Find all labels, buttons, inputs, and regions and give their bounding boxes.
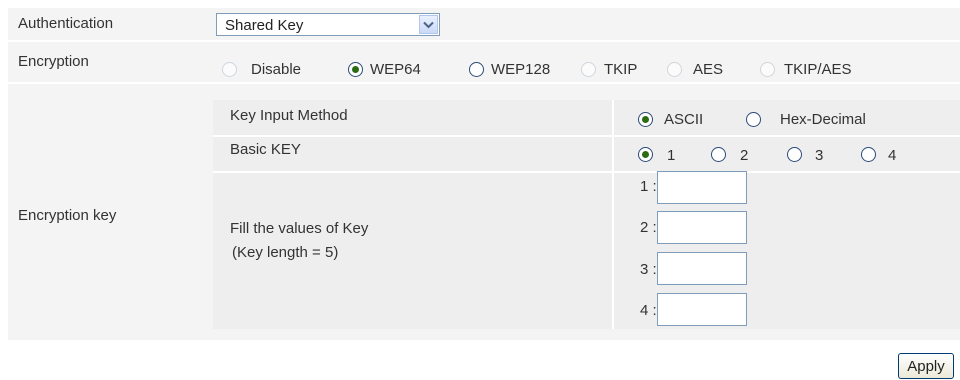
encryption-key-label: Encryption key	[18, 207, 117, 224]
key-3-field[interactable]	[657, 252, 747, 285]
encryption-tkip-aes-radio[interactable]	[760, 62, 775, 77]
authentication-row	[8, 8, 960, 40]
key-2-field[interactable]	[657, 211, 747, 244]
encryption-wep128-label: WEP128	[491, 61, 551, 78]
encryption-wep128-radio[interactable]	[469, 62, 484, 77]
encryption-label: Encryption	[18, 53, 89, 70]
encryption-aes-label: AES	[693, 61, 724, 78]
key-input-method-label: Key Input Method	[230, 107, 348, 124]
input-method-hex-radio[interactable]	[746, 112, 761, 127]
fill-values-label: Fill the values of Key	[230, 220, 369, 237]
encryption-tkip-label: TKIP	[604, 61, 638, 78]
inner-divider	[213, 135, 960, 137]
authentication-selected-value: Shared Key	[225, 17, 304, 34]
encryption-wep64-label: WEP64	[370, 61, 421, 78]
key-4-label: 4 :	[640, 302, 657, 319]
key-3-label: 3 :	[640, 261, 657, 278]
basic-key-3-radio[interactable]	[787, 147, 802, 162]
encryption-wep64-radio[interactable]	[348, 62, 363, 77]
authentication-label: Authentication	[18, 15, 114, 32]
encryption-disable-radio[interactable]	[222, 62, 237, 77]
basic-key-label: Basic KEY	[230, 141, 301, 158]
encryption-tkip-aes-label: TKIP/AES	[784, 61, 852, 78]
input-method-hex-label: Hex-Decimal	[780, 111, 866, 128]
basic-key-1-radio[interactable]	[638, 147, 653, 162]
key-1-field[interactable]	[657, 171, 747, 204]
basic-key-4-label: 4	[888, 147, 897, 164]
column-divider	[612, 100, 614, 329]
key-1-label: 1 :	[640, 178, 657, 195]
chevron-down-icon[interactable]	[419, 15, 438, 34]
basic-key-4-radio[interactable]	[861, 147, 876, 162]
inner-divider	[213, 171, 960, 173]
key-length-label: (Key length = 5)	[232, 244, 339, 261]
basic-key-3-label: 3	[815, 147, 824, 164]
basic-key-1-label: 1	[667, 147, 676, 164]
authentication-select[interactable]: Shared Key	[216, 13, 440, 36]
basic-key-row	[213, 137, 960, 171]
key-2-label: 2 :	[640, 219, 657, 236]
basic-key-2-radio[interactable]	[711, 147, 726, 162]
input-method-ascii-radio[interactable]	[638, 112, 653, 127]
apply-button[interactable]: Apply	[898, 353, 954, 379]
input-method-ascii-label: ASCII	[664, 111, 704, 128]
key-4-field[interactable]	[657, 293, 747, 326]
basic-key-2-label: 2	[740, 147, 749, 164]
encryption-tkip-radio[interactable]	[581, 62, 596, 77]
encryption-disable-label: Disable	[251, 61, 302, 78]
encryption-aes-radio[interactable]	[667, 62, 682, 77]
